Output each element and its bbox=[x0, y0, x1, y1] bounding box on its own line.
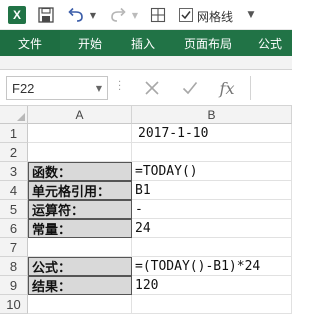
row-header[interactable]: 3 bbox=[0, 162, 28, 181]
row-header[interactable]: 6 bbox=[0, 219, 28, 238]
cell-a7[interactable] bbox=[28, 238, 132, 257]
ribbon-tabs: 文件 开始 插入 页面布局 公式 bbox=[0, 30, 292, 56]
undo-dropdown-icon[interactable]: ▼ bbox=[88, 6, 98, 24]
cell-a9[interactable]: 结果： bbox=[28, 276, 132, 295]
save-icon[interactable] bbox=[38, 6, 54, 24]
column-header-b[interactable]: B bbox=[132, 106, 292, 124]
cell-b10[interactable] bbox=[132, 295, 292, 314]
cell-a4[interactable]: 单元格引用： bbox=[28, 181, 132, 200]
gridlines-label[interactable]: 网格线 bbox=[197, 8, 233, 25]
cell-a5[interactable]: 运算符： bbox=[28, 200, 132, 219]
borders-icon[interactable] bbox=[150, 6, 166, 24]
cell-b2[interactable] bbox=[132, 143, 292, 162]
cell-b4[interactable]: B1 bbox=[132, 181, 292, 200]
cell-b5[interactable]: - bbox=[132, 200, 292, 219]
column-header-a[interactable]: A bbox=[28, 106, 132, 124]
cancel-icon[interactable] bbox=[143, 79, 161, 97]
select-all-button[interactable] bbox=[0, 106, 28, 124]
cell-b3[interactable]: =TODAY() bbox=[132, 162, 292, 181]
name-box-value: F22 bbox=[12, 81, 35, 96]
row-header[interactable]: 5 bbox=[0, 200, 28, 219]
enter-icon[interactable] bbox=[181, 79, 199, 97]
row-header[interactable]: 1 bbox=[0, 124, 28, 143]
insert-function-icon[interactable]: fx bbox=[218, 79, 236, 98]
resize-handle-icon[interactable]: · · · bbox=[118, 78, 124, 96]
row-header[interactable]: 7 bbox=[0, 238, 28, 257]
row-header[interactable]: 4 bbox=[0, 181, 28, 200]
cell-a3[interactable]: 函数： bbox=[28, 162, 132, 181]
row-header[interactable]: 8 bbox=[0, 257, 28, 276]
formula-divider bbox=[250, 76, 251, 100]
cell-b7[interactable] bbox=[132, 238, 292, 257]
logo-letter: X bbox=[12, 8, 21, 22]
gridlines-checkbox[interactable] bbox=[178, 6, 194, 24]
select-all-triangle-icon bbox=[17, 113, 25, 121]
undo-icon[interactable] bbox=[68, 6, 84, 24]
tab-page-layout[interactable]: 页面布局 bbox=[184, 30, 232, 56]
chevron-down-icon[interactable]: ▼ bbox=[96, 84, 102, 93]
formula-bar: F22 ▼ · · · fx bbox=[0, 70, 292, 106]
row-header[interactable]: 9 bbox=[0, 276, 28, 295]
cell-a8[interactable]: 公式： bbox=[28, 257, 132, 276]
tab-formulas[interactable]: 公式 bbox=[258, 30, 282, 56]
worksheet-grid: A B 1 2017-1-10 2 3 函数： =TODAY() 4 单元格引用： B1 5 运算符… bbox=[0, 106, 292, 324]
row-header[interactable]: 2 bbox=[0, 143, 28, 162]
cell-a2[interactable] bbox=[28, 143, 132, 162]
redo-dropdown-icon[interactable]: ▼ bbox=[130, 6, 140, 24]
cell-a6[interactable]: 常量： bbox=[28, 219, 132, 238]
tab-file[interactable]: 文件 bbox=[0, 30, 60, 56]
cell-a10[interactable] bbox=[28, 295, 132, 314]
name-box[interactable]: F22 ▼ bbox=[6, 76, 108, 100]
cell-a1[interactable] bbox=[28, 124, 132, 143]
quick-access-toolbar: X ▼ ▼ 网格线 ▼ bbox=[0, 0, 292, 30]
cell-b8[interactable]: =(TODAY()-B1)*24 bbox=[132, 257, 292, 276]
tab-home[interactable]: 开始 bbox=[78, 30, 102, 56]
cell-b1[interactable]: 2017-1-10 bbox=[132, 124, 292, 143]
ribbon-collapsed-area bbox=[0, 56, 292, 70]
customize-toolbar-icon[interactable]: ▼ bbox=[245, 6, 257, 24]
tab-insert[interactable]: 插入 bbox=[131, 30, 155, 56]
redo-icon[interactable] bbox=[110, 6, 126, 24]
formula-input[interactable] bbox=[254, 76, 292, 100]
row-header[interactable]: 10 bbox=[0, 295, 28, 314]
excel-logo-icon: X bbox=[8, 6, 26, 24]
cell-b9[interactable]: 120 bbox=[132, 276, 292, 295]
cell-b6[interactable]: 24 bbox=[132, 219, 292, 238]
